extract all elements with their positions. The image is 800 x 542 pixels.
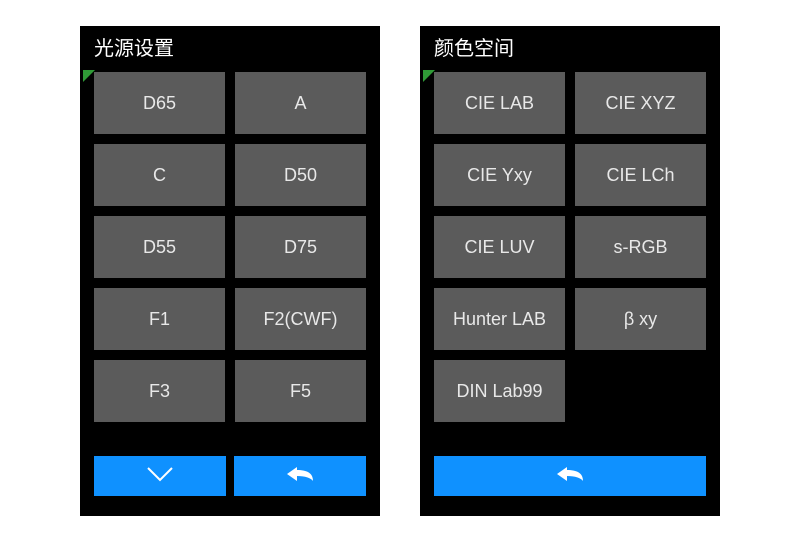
option-ciexyz[interactable]: CIE XYZ bbox=[575, 72, 706, 134]
option-d75[interactable]: D75 bbox=[235, 216, 366, 278]
option-betaxy[interactable]: β xy bbox=[575, 288, 706, 350]
active-corner-mark bbox=[423, 70, 435, 82]
option-c[interactable]: C bbox=[94, 144, 225, 206]
back-icon bbox=[553, 464, 587, 489]
option-f1[interactable]: F1 bbox=[94, 288, 225, 350]
option-srgb[interactable]: s-RGB bbox=[575, 216, 706, 278]
option-f3[interactable]: F3 bbox=[94, 360, 225, 422]
option-f5[interactable]: F5 bbox=[235, 360, 366, 422]
option-d55[interactable]: D55 bbox=[94, 216, 225, 278]
option-hunterlab[interactable]: Hunter LAB bbox=[434, 288, 565, 350]
bottom-bar bbox=[80, 446, 380, 516]
back-button[interactable] bbox=[234, 456, 366, 496]
option-cielab[interactable]: CIE LAB bbox=[434, 72, 565, 134]
option-a[interactable]: A bbox=[235, 72, 366, 134]
options-grid: D65 A C D50 D55 D75 F1 F2(CWF) F3 F5 bbox=[80, 66, 380, 446]
option-d65[interactable]: D65 bbox=[94, 72, 225, 134]
active-corner-mark bbox=[83, 70, 95, 82]
option-cieyxy[interactable]: CIE Yxy bbox=[434, 144, 565, 206]
options-grid: CIE LAB CIE XYZ CIE Yxy CIE LCh CIE LUV … bbox=[420, 66, 720, 446]
option-f2cwf[interactable]: F2(CWF) bbox=[235, 288, 366, 350]
chevron-down-icon bbox=[145, 465, 175, 488]
light-source-panel: 光源设置 D65 A C D50 D55 D75 F1 F2(CWF) F3 F… bbox=[80, 26, 380, 516]
panel-title: 光源设置 bbox=[80, 26, 380, 66]
option-cielch[interactable]: CIE LCh bbox=[575, 144, 706, 206]
back-button[interactable] bbox=[434, 456, 706, 496]
panel-title: 颜色空间 bbox=[420, 26, 720, 66]
option-d50[interactable]: D50 bbox=[235, 144, 366, 206]
option-dinlab99[interactable]: DIN Lab99 bbox=[434, 360, 565, 422]
bottom-bar bbox=[420, 446, 720, 516]
more-button[interactable] bbox=[94, 456, 226, 496]
color-space-panel: 颜色空间 CIE LAB CIE XYZ CIE Yxy CIE LCh CIE… bbox=[420, 26, 720, 516]
option-cieluv[interactable]: CIE LUV bbox=[434, 216, 565, 278]
back-icon bbox=[283, 464, 317, 489]
